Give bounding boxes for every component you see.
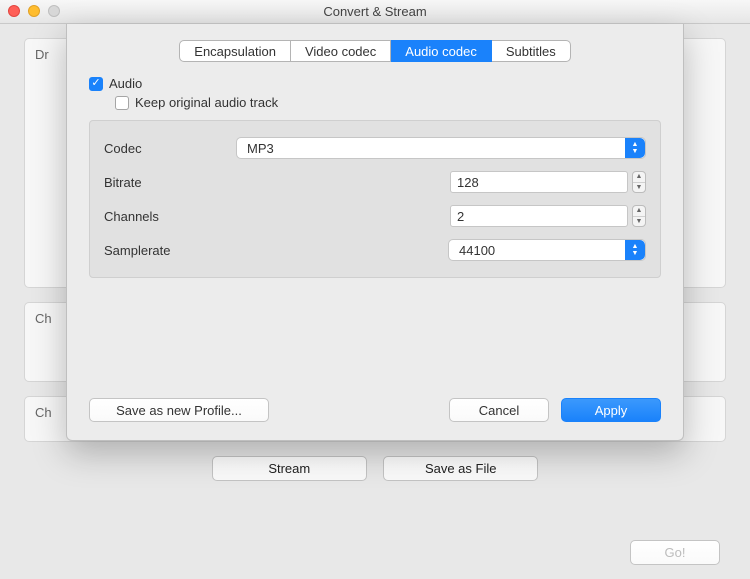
- bottom-button-row: Stream Save as File: [24, 456, 726, 481]
- go-button: Go!: [630, 540, 720, 565]
- audio-enable-label: Audio: [109, 76, 142, 91]
- tab-audio-codec[interactable]: Audio codec: [391, 40, 492, 62]
- profile-tabs: Encapsulation Video codec Audio codec Su…: [89, 40, 661, 62]
- save-profile-button[interactable]: Save as new Profile...: [89, 398, 269, 422]
- minimize-window-button[interactable]: [28, 5, 40, 17]
- samplerate-select-value: 44100: [459, 243, 495, 258]
- apply-button[interactable]: Apply: [561, 398, 661, 422]
- samplerate-label: Samplerate: [104, 243, 236, 258]
- close-window-button[interactable]: [8, 5, 20, 17]
- tab-subtitles[interactable]: Subtitles: [492, 40, 571, 62]
- bitrate-label: Bitrate: [104, 175, 236, 190]
- save-as-file-button[interactable]: Save as File: [383, 456, 538, 481]
- chevron-down-icon: ▼: [633, 217, 645, 227]
- chevron-up-icon: ▲: [633, 172, 645, 183]
- channels-input[interactable]: [450, 205, 628, 227]
- tab-video-codec[interactable]: Video codec: [291, 40, 391, 62]
- channels-stepper[interactable]: ▲ ▼: [632, 205, 646, 227]
- sheet-footer: Save as new Profile... Cancel Apply: [89, 398, 661, 422]
- profile-editor-sheet: Encapsulation Video codec Audio codec Su…: [66, 24, 684, 441]
- cancel-button[interactable]: Cancel: [449, 398, 549, 422]
- maximize-window-button: [48, 5, 60, 17]
- bitrate-stepper[interactable]: ▲ ▼: [632, 171, 646, 193]
- codec-select-value: MP3: [247, 141, 274, 156]
- traffic-lights: [8, 5, 60, 17]
- keep-original-label: Keep original audio track: [135, 95, 278, 110]
- channels-label: Channels: [104, 209, 236, 224]
- stream-button[interactable]: Stream: [212, 456, 367, 481]
- window-title: Convert & Stream: [0, 4, 750, 19]
- codec-label: Codec: [104, 141, 236, 156]
- chevron-updown-icon: [625, 138, 645, 158]
- audio-fields-group: Codec MP3 Bitrate ▲ ▼ Ch: [89, 120, 661, 278]
- chevron-updown-icon: [625, 240, 645, 260]
- chevron-down-icon: ▼: [633, 183, 645, 193]
- tab-encapsulation[interactable]: Encapsulation: [179, 40, 291, 62]
- bitrate-input[interactable]: [450, 171, 628, 193]
- codec-select[interactable]: MP3: [236, 137, 646, 159]
- window-titlebar: Convert & Stream: [0, 0, 750, 24]
- samplerate-select[interactable]: 44100: [448, 239, 646, 261]
- keep-original-checkbox[interactable]: [115, 96, 129, 110]
- chevron-up-icon: ▲: [633, 206, 645, 217]
- audio-enable-checkbox[interactable]: [89, 77, 103, 91]
